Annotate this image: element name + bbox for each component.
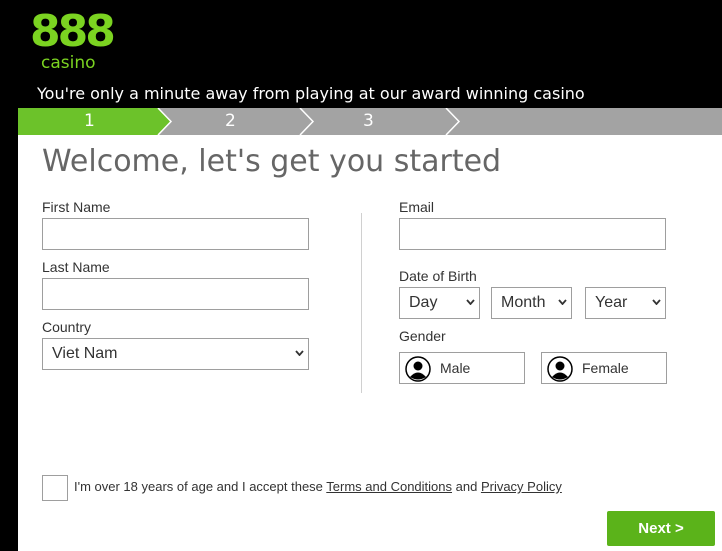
logo-number: 888	[30, 6, 116, 57]
terms-checkbox[interactable]	[42, 475, 68, 501]
step-chevron-3	[445, 108, 461, 135]
chevron-down-icon	[558, 299, 567, 305]
email-label: Email	[399, 199, 435, 215]
chevron-down-icon	[652, 299, 661, 305]
person-icon	[405, 356, 431, 382]
step-3: 3	[363, 111, 374, 131]
email-field[interactable]	[399, 218, 666, 250]
privacy-policy-link[interactable]: Privacy Policy	[481, 479, 562, 494]
dob-year-value: Year	[595, 294, 628, 311]
dob-month-select[interactable]: Month	[491, 287, 572, 319]
chevron-down-icon	[295, 350, 304, 356]
gender-male-button[interactable]: Male	[399, 352, 525, 384]
terms-prefix: I'm over 18 years of age and I accept th…	[74, 479, 327, 494]
step-1: 1	[84, 111, 95, 131]
terms-text: I'm over 18 years of age and I accept th…	[74, 479, 562, 495]
gender-male-label: Male	[440, 360, 471, 376]
chevron-down-icon	[466, 299, 475, 305]
registration-form: Welcome, let's get you started First Nam…	[18, 135, 722, 551]
dob-label: Date of Birth	[399, 268, 477, 284]
terms-middle: and	[452, 479, 481, 494]
gender-female-label: Female	[582, 360, 629, 376]
first-name-label: First Name	[42, 199, 111, 215]
country-label: Country	[42, 319, 92, 335]
next-button[interactable]: Next >	[607, 511, 715, 546]
last-name-label: Last Name	[42, 259, 110, 275]
dob-day-value: Day	[409, 294, 438, 311]
first-name-field[interactable]	[42, 218, 309, 250]
tagline: You're only a minute away from playing a…	[37, 84, 585, 103]
logo-word: casino	[41, 53, 96, 73]
last-name-field[interactable]	[42, 278, 309, 310]
country-value: Viet Nam	[52, 345, 118, 362]
gender-female-button[interactable]: Female	[541, 352, 667, 384]
terms-and-conditions-link[interactable]: Terms and Conditions	[326, 479, 452, 494]
step-chevron-2	[299, 108, 315, 135]
column-divider	[361, 213, 362, 393]
header: 888 casino You're only a minute away fro…	[0, 0, 722, 108]
gender-label: Gender	[399, 328, 446, 344]
step-2: 2	[225, 111, 236, 131]
dob-year-select[interactable]: Year	[585, 287, 666, 319]
dob-day-select[interactable]: Day	[399, 287, 480, 319]
dob-month-value: Month	[501, 294, 546, 311]
form-title: Welcome, let's get you started	[42, 144, 502, 179]
888-casino-logo[interactable]: 888 casino	[30, 6, 116, 74]
progress-steps: 1 2 3	[18, 108, 722, 135]
person-icon	[547, 356, 573, 382]
country-select[interactable]: Viet Nam	[42, 338, 309, 370]
